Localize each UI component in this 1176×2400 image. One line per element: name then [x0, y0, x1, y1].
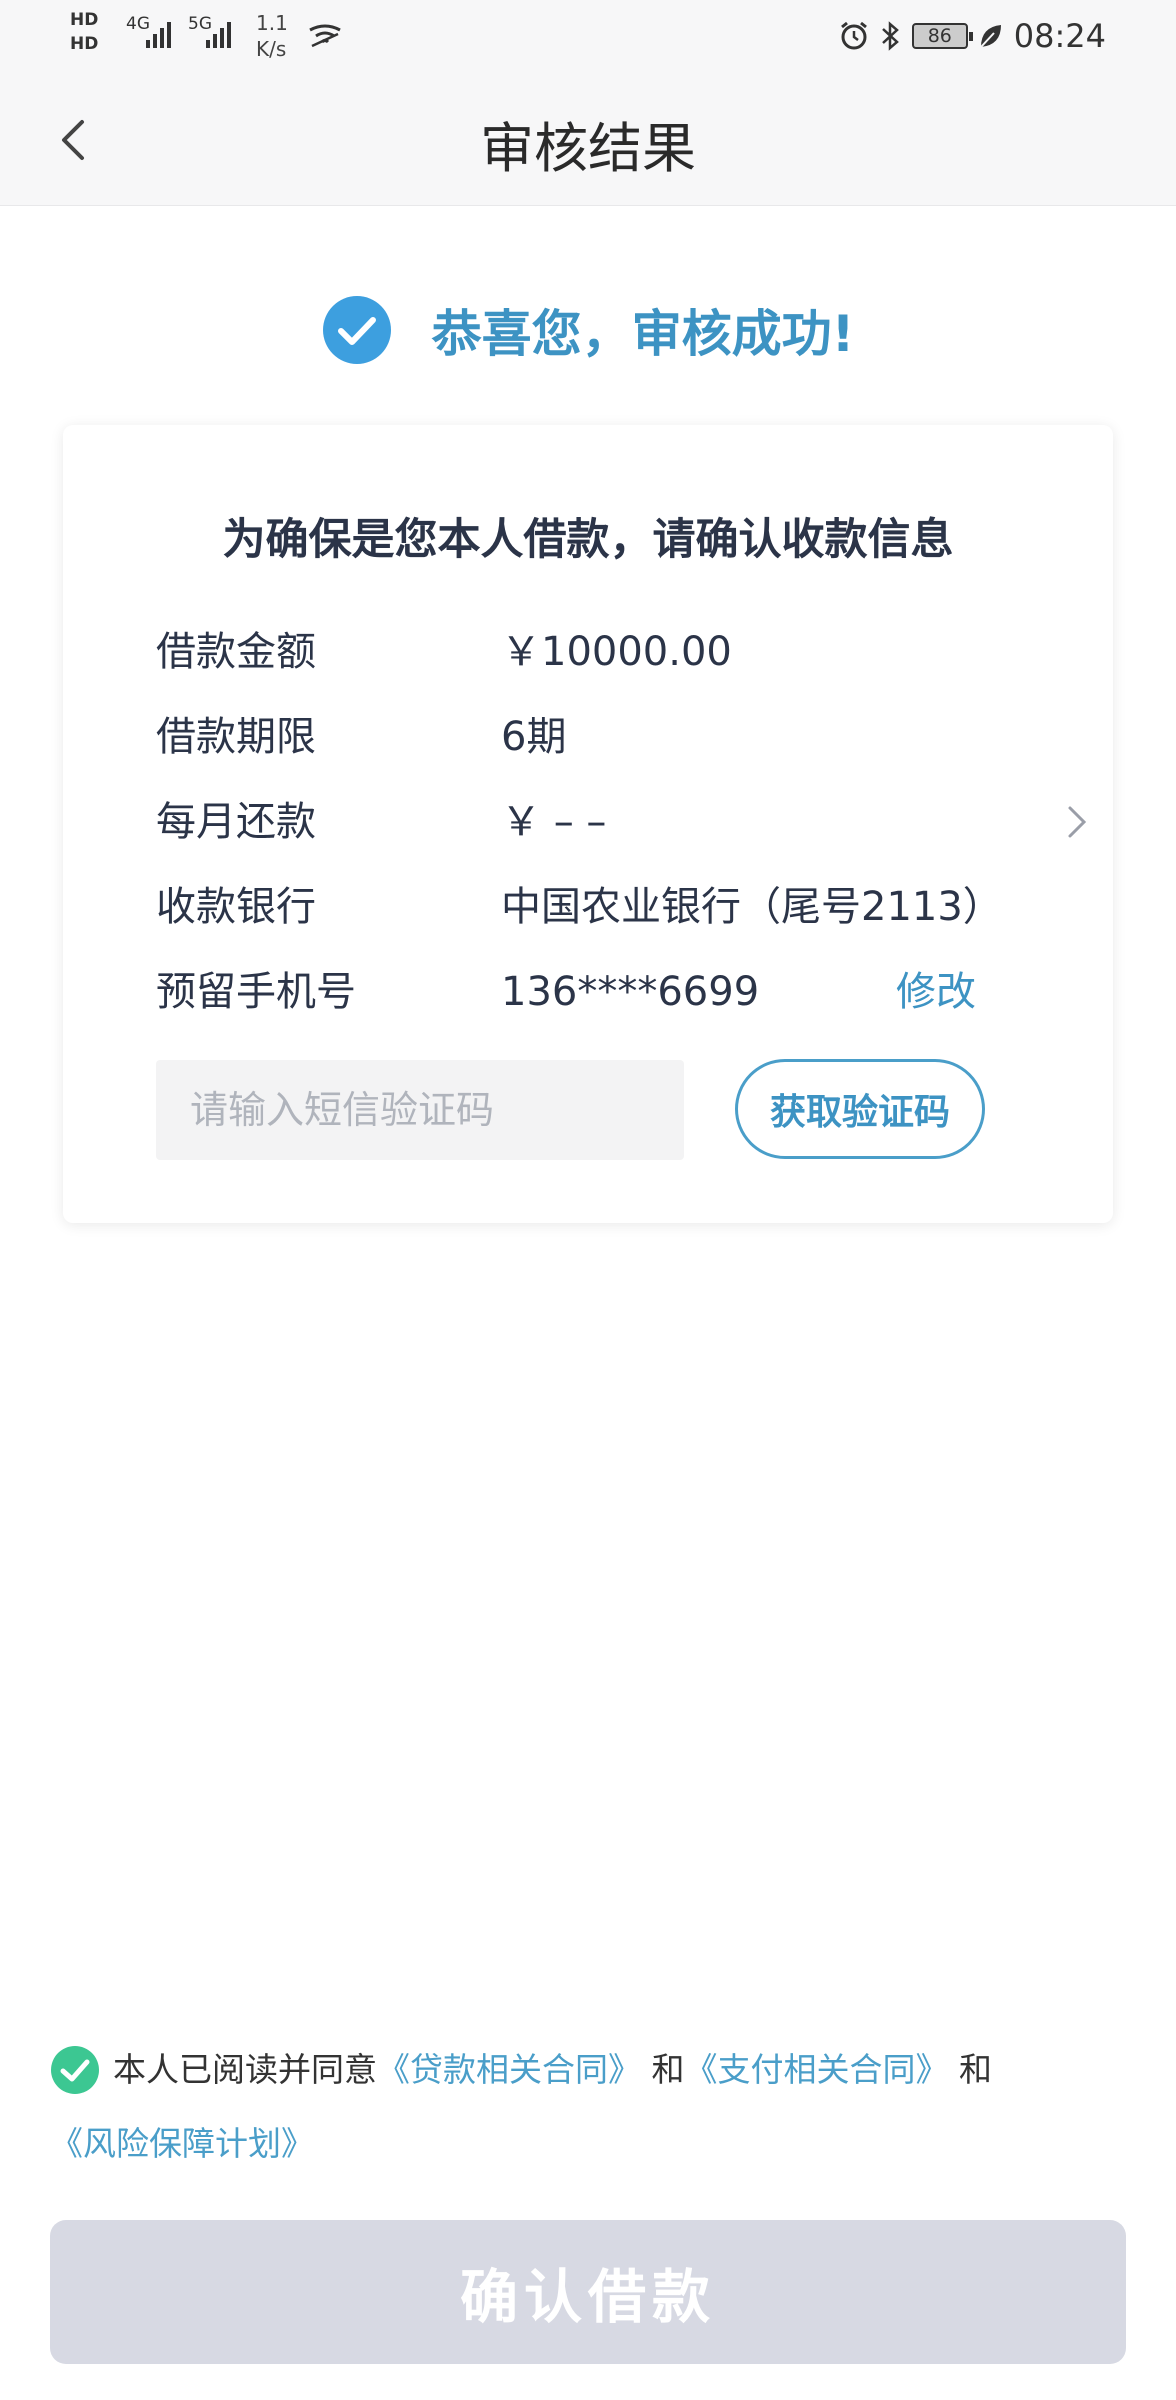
success-message: 恭喜您，审核成功!	[431, 305, 855, 363]
loan-contract-link[interactable]: 《贷款相关合同》	[377, 2050, 641, 2089]
agreement-and: 和	[959, 2050, 992, 2089]
row-label: 每月还款	[156, 799, 316, 845]
row-value: 136****6699	[501, 969, 760, 1015]
battery-icon: 86	[911, 23, 973, 49]
hd1-label: HD	[70, 10, 99, 30]
agreement-prefix: 本人已阅读并同意	[113, 2050, 377, 2089]
clock: 08:24	[1013, 17, 1106, 55]
row-label: 预留手机号	[156, 969, 356, 1015]
row-label: 借款金额	[156, 629, 316, 675]
agreement-line: 本人已阅读并同意《贷款相关合同》 和《支付相关合同》 和	[113, 2040, 992, 2100]
receiving-bank-row: 收款银行 中国农业银行（尾号2113）	[156, 877, 1056, 937]
row-value: ￥10000.00	[501, 629, 732, 675]
status-bar: HD HD 4G 5G 1.1 K/s 86 08:24	[0, 0, 1176, 74]
risk-plan-link[interactable]: 《风险保障计划》	[50, 2124, 314, 2163]
battery-level: 86	[927, 25, 952, 47]
loan-amount-row: 借款金额 ￥10000.00	[156, 622, 1056, 682]
hd2-label: HD	[70, 34, 99, 54]
row-value: 中国农业银行（尾号2113）	[501, 884, 1003, 930]
agreement-line: 《风险保障计划》	[50, 2114, 314, 2174]
row-value: 6期	[501, 714, 567, 760]
sms-code-input[interactable]	[156, 1060, 684, 1160]
row-label: 收款银行	[156, 884, 316, 930]
speed-unit: K/s	[256, 37, 287, 61]
success-banner: 恭喜您，审核成功!	[0, 290, 1176, 370]
hotspot-icon	[309, 24, 341, 48]
confirm-loan-button[interactable]: 确认借款	[50, 2220, 1126, 2364]
speed-value: 1.1	[256, 11, 288, 35]
alarm-icon	[840, 21, 867, 50]
bluetooth-icon	[881, 21, 899, 51]
card-title: 为确保是您本人借款，请确认收款信息	[222, 515, 954, 565]
agreement-and: 和	[651, 2050, 685, 2089]
confirm-info-card: 为确保是您本人借款，请确认收款信息 借款金额 ￥10000.00 借款期限 6期…	[63, 425, 1113, 1223]
checkmark-circle-icon	[322, 296, 391, 364]
network-speed: 1.1 K/s	[256, 10, 288, 62]
reserved-phone-row: 预留手机号 136****6699 修改	[156, 962, 1056, 1022]
modify-phone-link[interactable]: 修改	[896, 962, 976, 1022]
loan-term-row: 借款期限 6期	[156, 707, 1056, 767]
leaf-icon	[980, 25, 1001, 48]
row-value: ￥ – –	[501, 799, 607, 845]
signal-bars-icon	[206, 18, 240, 48]
hd-indicator: HD HD	[70, 8, 98, 56]
row-label: 借款期限	[156, 714, 316, 760]
agree-checkbox-icon[interactable]	[50, 2045, 100, 2095]
chevron-right-icon[interactable]	[1056, 802, 1096, 842]
signal-bars-icon	[146, 18, 180, 48]
get-code-button[interactable]: 获取验证码	[735, 1059, 985, 1159]
page-title: 审核结果	[480, 117, 696, 180]
monthly-repayment-row[interactable]: 每月还款 ￥ – –	[156, 792, 1087, 852]
payment-contract-link[interactable]: 《支付相关合同》	[685, 2050, 949, 2089]
status-right: 86 08:24	[838, 14, 1106, 58]
nav-bar: 审核结果	[0, 74, 1176, 206]
